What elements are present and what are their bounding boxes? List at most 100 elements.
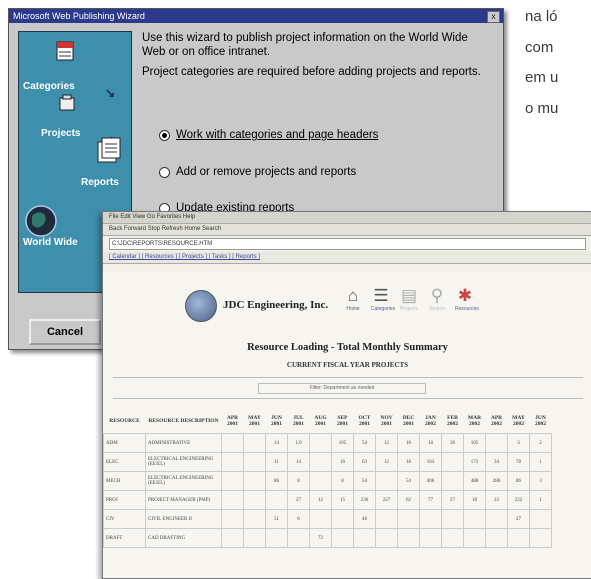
table-cell <box>419 528 442 548</box>
address-field[interactable]: C:\JDC\REPORTS\RESOURCE.HTM <box>109 238 586 250</box>
option-label: Add or remove projects and reports <box>176 166 357 178</box>
table-cell: 15 <box>331 490 354 510</box>
table-cell: 105 <box>331 433 354 453</box>
toolbar[interactable]: Back Forward Stop Refresh Home Search <box>103 224 591 236</box>
table-cell: 86 <box>265 471 288 491</box>
table-cell <box>397 528 420 548</box>
table-cell: 3 <box>529 471 552 491</box>
table-cell <box>221 433 244 453</box>
table-cell: 16 <box>397 433 420 453</box>
table-cell <box>309 452 332 472</box>
table-cell <box>243 490 266 510</box>
table-cell <box>221 490 244 510</box>
close-button[interactable]: x <box>487 11 500 23</box>
table-cell: 16 <box>331 452 354 472</box>
table-row: ELEC ELECTRICAL ENGINEERING (EE/EL) 11 14 16… <box>103 452 552 472</box>
search-icon: ⚲ <box>430 286 444 305</box>
table-cell: 51 <box>265 509 288 529</box>
table-cell: 222 <box>507 490 530 510</box>
table-cell <box>441 471 464 491</box>
table-row: MECH ELECTRICAL ENGINEERING (EE/EL) 86 8 8 54… <box>103 471 552 491</box>
side-text-line-4: o mu <box>525 100 559 117</box>
option-add-remove-projects[interactable]: Add or remove projects and reports <box>159 166 356 178</box>
radio-selected[interactable] <box>159 129 170 141</box>
table-cell: 86 <box>507 471 530 491</box>
cancel-button[interactable]: Cancel <box>29 319 101 345</box>
table-cell: 46 <box>353 509 376 529</box>
table-cell <box>221 509 244 529</box>
table-cell: 406 <box>419 471 442 491</box>
table-cell <box>331 509 354 529</box>
divider <box>113 377 583 378</box>
wizard-title-bar: Microsoft Web Publishing Wizard x <box>9 9 503 23</box>
table-cell <box>375 509 398 529</box>
resource-table: RESOURCE RESOURCE DESCRIPTION APR 2001 MAY … <box>103 409 552 548</box>
table-cell <box>507 528 530 548</box>
table-cell <box>375 471 398 491</box>
table-row: PROJ PROJECT MANAGER (PMP) 27 12 15 236 227 62 7… <box>103 490 552 510</box>
table-cell <box>397 509 420 529</box>
report-subtitle: CURRENT FISCAL YEAR PROJECTS <box>286 361 409 369</box>
table-cell <box>419 509 442 529</box>
filter-field[interactable]: Filter: Department as needed <box>258 383 426 394</box>
wizard-description: Use this wizard to publish project infor… <box>142 32 468 58</box>
table-cell <box>441 528 464 548</box>
table-cell: ELEC <box>103 452 146 472</box>
table-cell: 62 <box>397 490 420 510</box>
table-cell: 173 <box>463 452 486 472</box>
table-cell: 286 <box>485 471 508 491</box>
table-cell: 63 <box>353 452 376 472</box>
nav-categories[interactable]: ☰ Categories <box>371 286 395 312</box>
column-header: MAR 2002 <box>467 415 482 427</box>
table-cell: 54 <box>353 433 376 453</box>
column-header: JUN 2001 <box>271 415 282 427</box>
radio-unselected[interactable] <box>159 166 170 178</box>
table-cell <box>441 509 464 529</box>
table-cell: 18 <box>419 433 442 453</box>
sidebar-label-world-wide: World Wide <box>23 237 78 248</box>
column-header: SEP 2001 <box>337 415 348 427</box>
column-header: OCT 2001 <box>358 415 371 427</box>
page-nav: ⌂ Home ☰ Categories ▤ Projects ⚲ Search … <box>343 286 479 312</box>
globe-icon <box>25 205 57 237</box>
table-cell: ELECTRICAL ENGINEERING (EE/EL) <box>145 452 222 472</box>
side-text-line-3: em u <box>525 69 559 86</box>
table-cell: 6 <box>287 509 310 529</box>
table-cell: 12 <box>375 452 398 472</box>
nav-home[interactable]: ⌂ Home <box>343 286 363 312</box>
report-title: Resource Loading - Total Monthly Summary <box>247 342 448 353</box>
links-bar[interactable]: [ Calendar ] [ Resources ] [ Projects ] … <box>103 252 591 264</box>
option-work-with-categories[interactable]: Work with categories and page headers <box>159 129 378 141</box>
table-cell: 12 <box>375 433 398 453</box>
table-row: DRAFT CAD DRAFTING 72 <box>103 528 552 548</box>
table-cell: 2 <box>529 433 552 453</box>
table-cell <box>243 452 266 472</box>
table-cell <box>485 509 508 529</box>
column-header: JUL 2001 <box>293 415 304 427</box>
sidebar-label-categories: Categories <box>23 81 75 92</box>
column-header: FEB 2002 <box>447 415 458 427</box>
table-cell: 22 <box>485 490 508 510</box>
menu-bar[interactable]: File Edit View Go Favorites Help <box>103 212 591 224</box>
company-name: JDC Engineering, Inc. <box>223 299 329 311</box>
table-body: ADM ADMINISTRATIVE 14 1.0 105 54 12 16 18 26 105 3 2… <box>103 433 552 548</box>
column-header: MAY 2002 <box>512 415 525 427</box>
table-cell <box>221 452 244 472</box>
categories-icon <box>56 41 74 61</box>
table-cell <box>331 528 354 548</box>
nav-resources[interactable]: ✱ Resources <box>455 286 479 312</box>
table-cell: CIVIL ENGINEER II <box>145 509 222 529</box>
table-cell: 27 <box>287 490 310 510</box>
table-cell <box>353 528 376 548</box>
table-cell <box>243 509 266 529</box>
arrow-down-icon: ↘ <box>105 86 116 100</box>
table-cell <box>309 433 332 453</box>
column-header: RESOURCE <box>109 418 140 424</box>
table-cell: 54 <box>353 471 376 491</box>
table-cell <box>529 528 552 548</box>
company-logo-icon <box>185 290 217 322</box>
column-header: MAY 2001 <box>248 415 261 427</box>
side-text-line-1: na ló <box>525 8 558 25</box>
nav-projects[interactable]: ▤ Projects <box>399 286 419 312</box>
nav-search[interactable]: ⚲ Search <box>427 286 447 312</box>
